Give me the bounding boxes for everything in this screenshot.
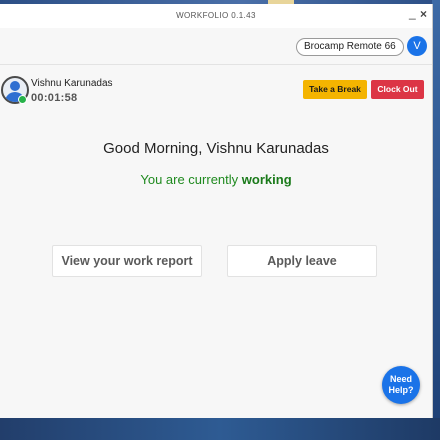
help-label-line1: Need bbox=[389, 374, 412, 384]
minimize-button[interactable]: _ bbox=[409, 6, 416, 20]
desktop-background-bottom bbox=[0, 418, 440, 440]
apply-leave-button[interactable]: Apply leave bbox=[227, 245, 377, 277]
user-menu-avatar[interactable]: V bbox=[407, 36, 427, 56]
desktop-background-right bbox=[432, 0, 440, 440]
header-bar: Brocamp Remote 66 V bbox=[0, 28, 432, 65]
online-status-dot bbox=[18, 95, 27, 104]
window-title: WORKFOLIO 0.1.43 bbox=[176, 11, 256, 20]
clock-out-button[interactable]: Clock Out bbox=[371, 80, 424, 99]
close-button[interactable]: × bbox=[420, 7, 427, 21]
take-break-button[interactable]: Take a Break bbox=[303, 80, 367, 99]
user-session-row: Vishnu Karunadas 00:01:58 Take a Break C… bbox=[0, 64, 432, 114]
status-value: working bbox=[241, 172, 292, 187]
avatar-head-shape bbox=[10, 81, 20, 91]
need-help-button[interactable]: Need Help? bbox=[382, 366, 420, 404]
greeting-text: Good Morning, Vishnu Karunadas bbox=[103, 140, 329, 157]
session-timer: 00:01:58 bbox=[31, 92, 78, 104]
app-window: WORKFOLIO 0.1.43 _ × Brocamp Remote 66 V… bbox=[0, 4, 433, 418]
view-work-report-button[interactable]: View your work report bbox=[52, 245, 202, 277]
work-status-line: You are currently working bbox=[0, 172, 432, 187]
title-bar[interactable]: WORKFOLIO 0.1.43 _ × bbox=[0, 4, 432, 28]
help-label-line2: Help? bbox=[388, 385, 414, 395]
workspace-badge[interactable]: Brocamp Remote 66 bbox=[296, 38, 404, 56]
status-prefix: You are currently bbox=[140, 172, 239, 187]
user-name: Vishnu Karunadas bbox=[31, 78, 113, 89]
